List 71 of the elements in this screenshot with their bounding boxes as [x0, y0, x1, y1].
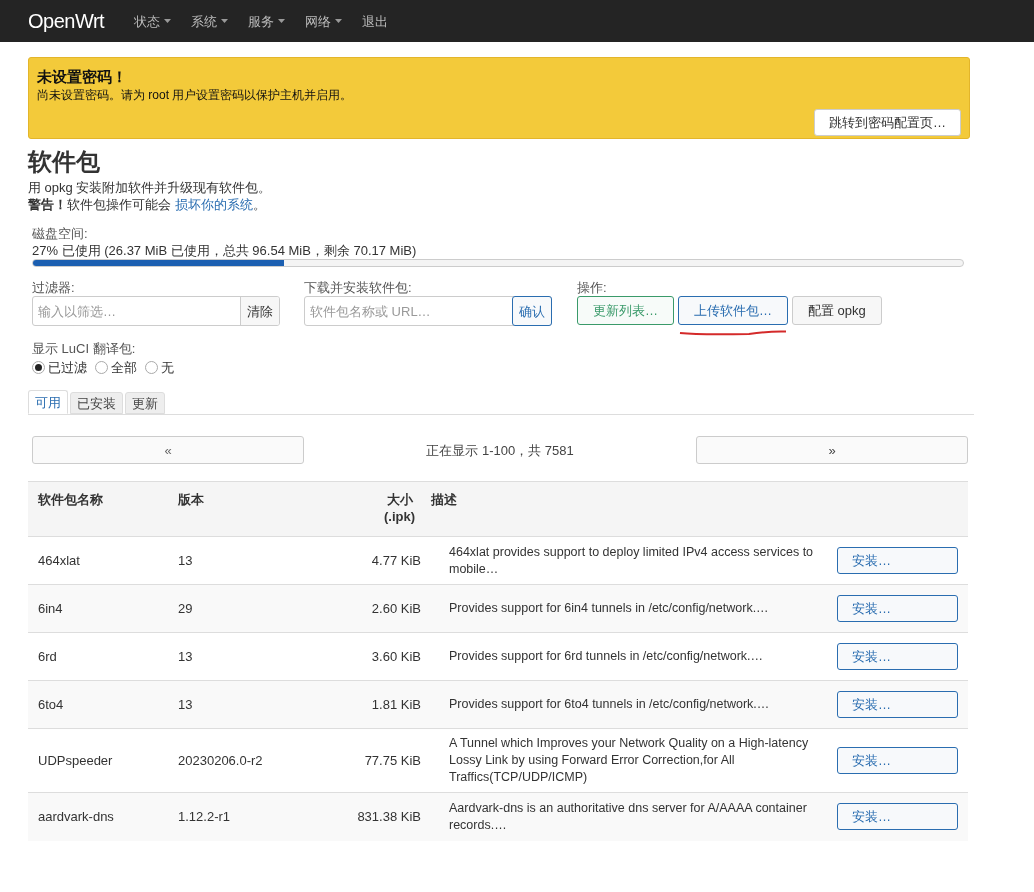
- translation-label: 显示 LuCI 翻译包:: [32, 340, 136, 357]
- confirm-button[interactable]: 确认: [512, 296, 552, 326]
- clear-button[interactable]: 清除: [240, 297, 279, 325]
- next-page-button[interactable]: »: [696, 436, 968, 464]
- install-button[interactable]: 安装…: [837, 595, 958, 622]
- filter-field[interactable]: 输入以筛选… 清除: [32, 296, 280, 326]
- install-button[interactable]: 安装…: [837, 691, 958, 718]
- pagination-info: 正在显示 1-100，共 7581: [426, 441, 574, 459]
- table-cell: 1.81 KiB: [318, 680, 421, 729]
- nav-menu[interactable]: 状态: [134, 12, 172, 30]
- nav-menu[interactable]: 服务: [248, 12, 286, 30]
- table-cell: 6in4: [28, 584, 168, 633]
- actions-label: 操作:: [577, 279, 607, 296]
- install-button[interactable]: 安装…: [837, 547, 958, 574]
- alert-message: 尚未设置密码。请为 root 用户设置密码以保护主机并启用。: [37, 87, 353, 104]
- column-header: 描述: [421, 481, 837, 537]
- column-header: 大小 (.ipk): [318, 481, 421, 537]
- table-cell: 3.60 KiB: [318, 632, 421, 681]
- page-description: 用 opkg 安装附加软件并升级现有软件包。: [28, 179, 272, 196]
- brand-logo[interactable]: OpenWrt: [28, 12, 105, 30]
- tab[interactable]: 已安装: [70, 392, 123, 414]
- previous-page-button[interactable]: «: [32, 436, 304, 464]
- download-label: 下载并安装软件包:: [304, 279, 412, 296]
- column-header: 软件包名称: [28, 481, 168, 537]
- password-page-button[interactable]: 跳转到密码配置页…: [814, 109, 961, 136]
- radio-option[interactable]: 已过滤: [32, 359, 87, 376]
- table-cell: aardvark-dns: [28, 792, 168, 841]
- radio-button[interactable]: [95, 361, 108, 374]
- table-cell: 13: [168, 536, 318, 585]
- table-cell: 4.77 KiB: [318, 536, 421, 585]
- nav-menu[interactable]: 退出: [362, 12, 389, 30]
- table-cell: 29: [168, 584, 318, 633]
- table-cell: 831.38 KiB: [318, 792, 421, 841]
- radio-button[interactable]: [32, 361, 45, 374]
- nav-menu[interactable]: 网络: [305, 12, 343, 30]
- table-cell: 464xlat: [28, 536, 168, 585]
- nav-menu[interactable]: 系统: [191, 12, 229, 30]
- install-button[interactable]: 安装…: [837, 747, 958, 774]
- table-cell: Provides support for 6in4 tunnels in /etc/config/network.…: [421, 584, 837, 633]
- table-cell: 1.12.2-r1: [168, 792, 318, 841]
- table-cell: 6rd: [28, 632, 168, 681]
- disk-space-label: 磁盘空间:: [32, 225, 88, 242]
- table-cell: 464xlat provides support to deploy limited IPv4 access services to mobile…: [421, 536, 837, 585]
- radio-option[interactable]: 全部: [95, 359, 137, 376]
- action-button[interactable]: 上传软件包…: [678, 296, 788, 325]
- install-button[interactable]: 安装…: [837, 643, 958, 670]
- radio-option[interactable]: 无: [145, 359, 174, 376]
- filter-label: 过滤器:: [32, 279, 75, 296]
- table-cell: Provides support for 6rd tunnels in /etc/config/network.…: [421, 632, 837, 681]
- tab[interactable]: 更新: [125, 392, 165, 414]
- radio-button[interactable]: [145, 361, 158, 374]
- install-button[interactable]: 安装…: [837, 803, 958, 831]
- table-cell: 77.75 KiB: [318, 728, 421, 793]
- table-cell: A Tunnel which Improves your Network Quality on a High-latency Lossy Link by using Forward Error Correction,for All Traffics(TCP/UDP/ICMP): [421, 728, 837, 793]
- column-header: 版本: [168, 481, 318, 537]
- table-cell: Provides support for 6to4 tunnels in /etc/config/network.…: [421, 680, 837, 729]
- package-url-field[interactable]: 软件包名称或 URL… 确认: [304, 296, 552, 326]
- table-cell: 13: [168, 632, 318, 681]
- warning-link[interactable]: 损坏你的系统: [174, 197, 253, 212]
- action-button[interactable]: 配置 opkg: [792, 296, 882, 325]
- table-cell: 20230206.0-r2: [168, 728, 318, 793]
- table-cell: Aardvark-dns is an authoritative dns server for A/AAAA container records.…: [421, 792, 837, 841]
- alert-title: 未设置密码！: [37, 68, 127, 85]
- page-title: 软件包: [28, 147, 100, 177]
- table-cell: 2.60 KiB: [318, 584, 421, 633]
- warning-text: 警告！软件包操作可能会 损坏你的系统。: [28, 196, 266, 213]
- disk-usage-text: 27% 已使用 (26.37 MiB 已使用，总共 96.54 MiB，剩余 70.17 MiB): [32, 242, 417, 259]
- table-cell: 13: [168, 680, 318, 729]
- table-cell: UDPspeeder: [28, 728, 168, 793]
- tab[interactable]: 可用: [28, 390, 68, 414]
- table-cell: 6to4: [28, 680, 168, 729]
